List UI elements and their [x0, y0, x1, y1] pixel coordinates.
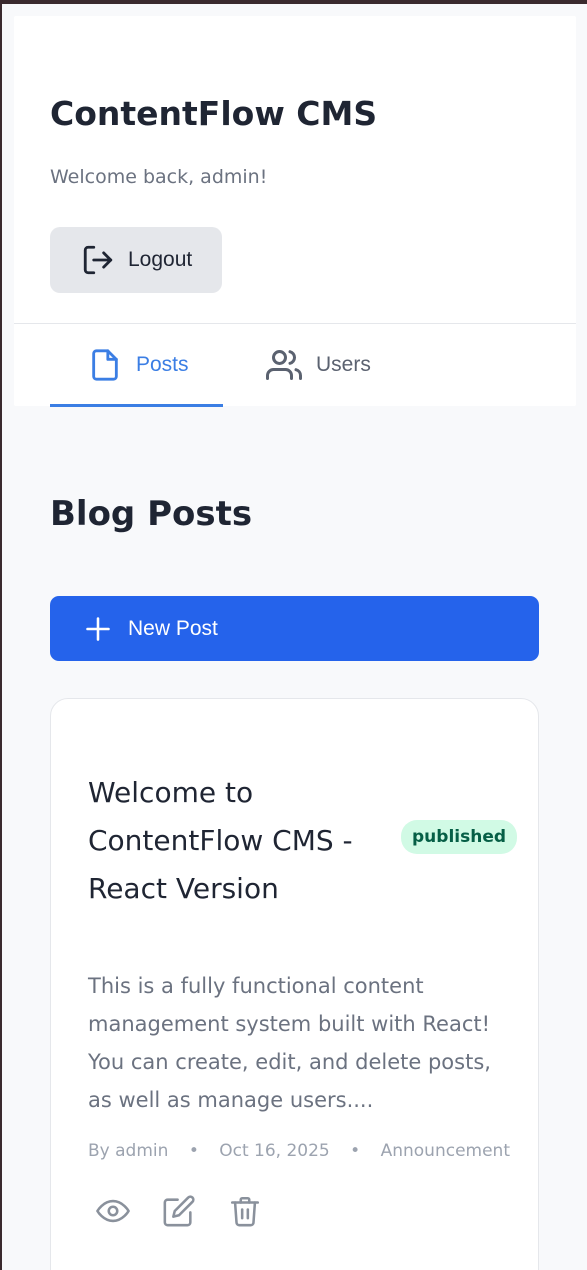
post-card: Welcome to ContentFlow CMS - React Versi…	[50, 698, 539, 1270]
logout-label: Logout	[128, 248, 193, 271]
tab-users[interactable]: Users	[266, 324, 416, 406]
welcome-text: Welcome back, admin!	[50, 166, 268, 188]
post-date: Oct 16, 2025	[219, 1141, 330, 1161]
edit-icon[interactable]	[162, 1194, 196, 1228]
post-category: Announcement	[380, 1141, 510, 1161]
post-meta: By admin • Oct 16, 2025 • Announcement	[88, 1141, 510, 1161]
document-icon	[88, 348, 122, 382]
app-header: ContentFlow CMS Welcome back, admin! Log…	[14, 16, 576, 407]
app-viewport: ContentFlow CMS Welcome back, admin! Log…	[2, 4, 587, 1270]
logout-button[interactable]: Logout	[50, 227, 222, 293]
app-title: ContentFlow CMS	[50, 94, 378, 133]
meta-separator: •	[188, 1141, 199, 1161]
plus-icon	[84, 615, 112, 643]
tab-posts[interactable]: Posts	[50, 324, 223, 407]
tab-posts-label: Posts	[136, 353, 189, 376]
tab-bar: Posts Users	[50, 324, 550, 407]
new-post-button[interactable]: New Post	[50, 596, 539, 661]
post-title[interactable]: Welcome to ContentFlow CMS - React Versi…	[88, 769, 378, 913]
post-actions	[96, 1194, 294, 1228]
eye-icon[interactable]	[96, 1194, 130, 1228]
meta-separator: •	[350, 1141, 361, 1161]
post-excerpt: This is a fully functional content manag…	[88, 974, 491, 1112]
logout-icon	[81, 243, 115, 277]
tab-users-label: Users	[316, 353, 371, 376]
trash-icon[interactable]	[228, 1194, 262, 1228]
section-title: Blog Posts	[50, 494, 253, 534]
post-author: By admin	[88, 1141, 169, 1161]
users-icon	[266, 347, 302, 383]
status-badge: published	[401, 820, 518, 854]
new-post-label: New Post	[128, 616, 218, 640]
active-tab-indicator	[50, 404, 223, 407]
